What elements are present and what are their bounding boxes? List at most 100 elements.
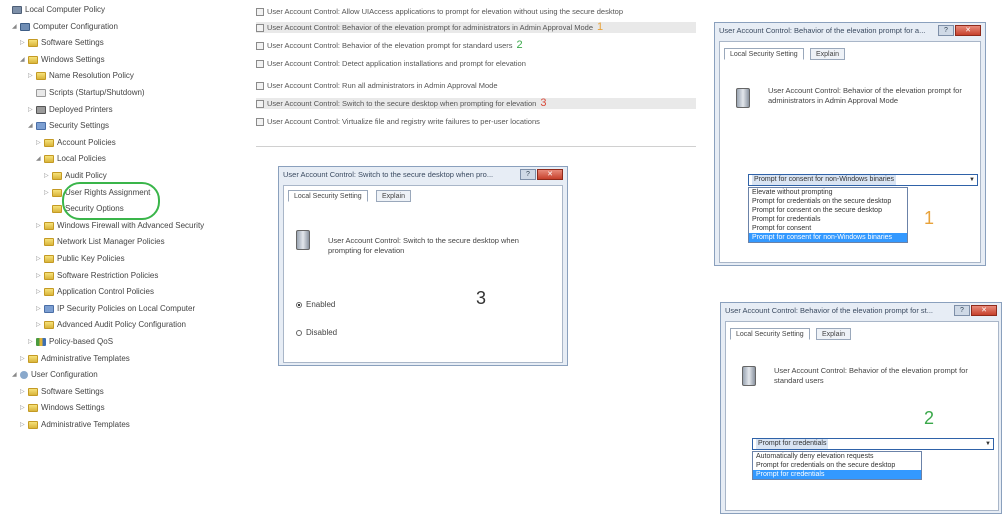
help-button[interactable]: ? bbox=[938, 25, 954, 36]
dialog-window-buttons: ? ✕ bbox=[520, 169, 563, 181]
tree-node[interactable]: ▷ Administrative Templates bbox=[20, 419, 130, 431]
tree-node[interactable]: ▷ Windows Firewall with Advanced Security bbox=[36, 220, 204, 232]
folder-icon bbox=[52, 188, 62, 197]
expand-arrow-icon[interactable]: ▷ bbox=[36, 303, 43, 315]
dropdown-option[interactable]: Prompt for credentials on the secure des… bbox=[753, 461, 921, 470]
tab-local-security-setting[interactable]: Local Security Setting bbox=[724, 48, 804, 60]
policy-row[interactable]: User Account Control: Run all administra… bbox=[256, 80, 696, 91]
dropdown-option[interactable]: Prompt for consent bbox=[749, 224, 907, 233]
dropdown-option[interactable]: Elevate without prompting bbox=[749, 188, 907, 197]
tree-node[interactable]: ▷ Software Settings bbox=[20, 37, 104, 49]
help-button[interactable]: ? bbox=[520, 169, 536, 180]
expand-arrow-icon[interactable]: ▷ bbox=[36, 220, 43, 232]
policy-description: User Account Control: Behavior of the el… bbox=[768, 86, 962, 105]
tree-node[interactable]: ▷ Application Control Policies bbox=[36, 286, 154, 298]
dropdown-option[interactable]: Prompt for credentials bbox=[749, 215, 907, 224]
tree-node[interactable]: ▷ Software Settings bbox=[20, 386, 104, 398]
folder-icon bbox=[44, 155, 54, 164]
folder-icon bbox=[36, 72, 46, 81]
tree-node[interactable]: Network List Manager Policies bbox=[36, 236, 165, 248]
tree-node[interactable]: ▷ Policy-based QoS bbox=[28, 336, 113, 348]
doc-icon bbox=[36, 88, 46, 97]
expand-arrow-icon[interactable]: ▷ bbox=[36, 270, 43, 282]
expand-arrow-icon[interactable]: ▷ bbox=[36, 253, 43, 265]
dropdown-option[interactable]: Automatically deny elevation requests bbox=[753, 452, 921, 461]
tree-node-label: Software Settings bbox=[41, 386, 104, 396]
policy-label: User Account Control: Allow UIAccess app… bbox=[267, 7, 624, 16]
policy-setting-icon bbox=[256, 60, 264, 69]
tree-node[interactable]: ▷ Account Policies bbox=[36, 137, 116, 149]
expand-arrow-icon[interactable]: ▷ bbox=[20, 419, 27, 431]
policy-icon bbox=[736, 88, 750, 108]
expand-arrow-icon[interactable]: ▷ bbox=[20, 386, 27, 398]
help-button[interactable]: ? bbox=[954, 305, 970, 316]
tree-node[interactable]: ▷ Name Resolution Policy bbox=[28, 70, 134, 82]
tree-node[interactable]: ◢ User Configuration bbox=[12, 369, 98, 381]
tab-local-security-setting[interactable]: Local Security Setting bbox=[288, 190, 368, 202]
tab-explain[interactable]: Explain bbox=[810, 48, 845, 60]
tab-local-security-setting[interactable]: Local Security Setting bbox=[730, 328, 810, 340]
policy-icon bbox=[296, 230, 310, 250]
tab-explain[interactable]: Explain bbox=[816, 328, 851, 340]
tree-node-label: User Configuration bbox=[31, 370, 98, 380]
elevation-behavior-dropdown[interactable]: Prompt for consent for non-Windows binar… bbox=[748, 174, 978, 186]
collapse-arrow-icon[interactable]: ◢ bbox=[36, 153, 43, 165]
tree-node[interactable]: ▷ Audit Policy bbox=[44, 170, 107, 182]
tree-node[interactable]: ◢ Windows Settings bbox=[20, 54, 105, 66]
tree-node[interactable]: ◢ Local Policies bbox=[36, 153, 106, 165]
expand-arrow-icon[interactable]: ▷ bbox=[28, 70, 35, 82]
policy-row[interactable]: User Account Control: Switch to the secu… bbox=[256, 98, 696, 109]
collapse-arrow-icon[interactable]: ◢ bbox=[12, 21, 19, 33]
tree-node-label: Policy-based QoS bbox=[49, 337, 114, 347]
policy-row[interactable]: User Account Control: Behavior of the el… bbox=[256, 40, 696, 51]
expand-arrow-icon[interactable]: ▷ bbox=[44, 187, 51, 199]
policy-label: User Account Control: Switch to the secu… bbox=[267, 99, 537, 108]
expand-arrow-icon[interactable]: ▷ bbox=[28, 104, 35, 116]
expand-arrow-icon[interactable]: ▷ bbox=[44, 170, 51, 182]
tree-node[interactable]: ▷ Public Key Policies bbox=[36, 253, 125, 265]
elevation-behavior-options: Automatically deny elevation requests Pro… bbox=[752, 451, 922, 480]
tree-node[interactable]: ◢ Computer Configuration bbox=[12, 21, 118, 33]
expand-arrow-icon[interactable]: ▷ bbox=[20, 402, 27, 414]
policy-row[interactable]: User Account Control: Virtualize file an… bbox=[256, 116, 696, 127]
radio-disabled[interactable]: Disabled bbox=[296, 328, 337, 337]
expand-arrow-icon[interactable]: ▷ bbox=[20, 353, 27, 365]
tree-node[interactable]: Local Computer Policy bbox=[4, 4, 105, 16]
close-button[interactable]: ✕ bbox=[955, 25, 981, 36]
policy-row[interactable]: User Account Control: Behavior of the el… bbox=[256, 22, 696, 33]
close-button[interactable]: ✕ bbox=[537, 169, 563, 180]
dropdown-option[interactable]: Prompt for credentials on the secure des… bbox=[749, 197, 907, 206]
folder-icon bbox=[44, 255, 54, 263]
dropdown-option[interactable]: Prompt for credentials bbox=[753, 470, 921, 479]
policy-description: User Account Control: Behavior of the el… bbox=[774, 366, 968, 385]
expand-arrow-icon[interactable]: ▷ bbox=[36, 286, 43, 298]
radio-enabled[interactable]: Enabled bbox=[296, 300, 335, 309]
tree-node[interactable]: ▷ IP Security Policies on Local Computer bbox=[36, 303, 195, 315]
tree-node[interactable]: ▷ Software Restriction Policies bbox=[36, 270, 158, 282]
collapse-arrow-icon[interactable]: ◢ bbox=[12, 369, 19, 381]
tree-node[interactable]: ▷ Deployed Printers bbox=[28, 104, 113, 116]
policy-row[interactable]: User Account Control: Allow UIAccess app… bbox=[256, 6, 696, 17]
dialog-switch-secure-desktop: User Account Control: Switch to the secu… bbox=[278, 166, 568, 366]
elevation-behavior-dropdown[interactable]: Prompt for credentials ▼ bbox=[752, 438, 994, 450]
collapse-arrow-icon[interactable]: ◢ bbox=[20, 54, 27, 66]
tree-node[interactable]: ▷ Windows Settings bbox=[20, 402, 105, 414]
folder-icon bbox=[44, 271, 54, 280]
collapse-arrow-icon[interactable]: ◢ bbox=[28, 120, 35, 132]
tab-explain[interactable]: Explain bbox=[376, 190, 411, 202]
tree-node[interactable]: Scripts (Startup/Shutdown) bbox=[28, 87, 145, 99]
policy-setting-icon bbox=[256, 42, 264, 51]
radio-enabled-label: Enabled bbox=[306, 300, 336, 309]
expand-arrow-icon[interactable]: ▷ bbox=[36, 137, 43, 149]
dropdown-option[interactable]: Prompt for consent for non-Windows binar… bbox=[749, 233, 907, 242]
tree-node[interactable]: ▷ Administrative Templates bbox=[20, 353, 130, 365]
close-button[interactable]: ✕ bbox=[971, 305, 997, 316]
expand-arrow-icon[interactable]: ▷ bbox=[36, 319, 43, 331]
dropdown-option[interactable]: Prompt for consent on the secure desktop bbox=[749, 206, 907, 215]
elevation-behavior-options: Elevate without prompting Prompt for cred… bbox=[748, 187, 908, 243]
policy-row[interactable]: User Account Control: Detect application… bbox=[256, 58, 696, 69]
tree-node[interactable]: ◢ Security Settings bbox=[28, 120, 109, 132]
expand-arrow-icon[interactable]: ▷ bbox=[28, 336, 35, 348]
expand-arrow-icon[interactable]: ▷ bbox=[20, 37, 27, 49]
tree-node[interactable]: ▷ Advanced Audit Policy Configuration bbox=[36, 319, 186, 331]
